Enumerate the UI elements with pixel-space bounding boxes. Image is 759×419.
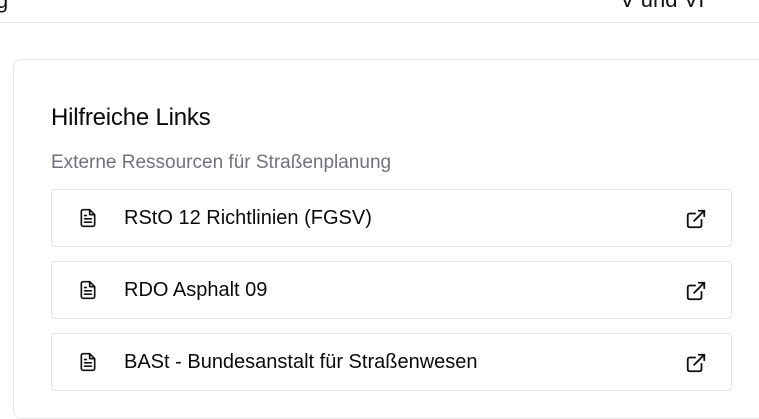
link-item-rdo-asphalt[interactable]: RDO Asphalt 09 [51,261,732,319]
top-right-fragment: V und VI [620,0,704,13]
file-text-icon [80,280,96,300]
helpful-links-card: Hilfreiche Links Externe Ressourcen für … [13,59,759,419]
link-item-rsto[interactable]: RStO 12 Richtlinien (FGSV) [51,189,732,247]
link-label: BASt - Bundesanstalt für Straßenwesen [124,351,478,373]
top-left-fragment: g [0,0,8,14]
link-label: RDO Asphalt 09 [124,279,268,301]
file-text-icon [80,352,96,372]
external-link-icon[interactable] [685,352,707,374]
external-link-icon[interactable] [685,208,707,230]
card-title: Hilfreiche Links [51,104,211,131]
link-item-bast[interactable]: BASt - Bundesanstalt für Straßenwesen [51,333,732,391]
link-label: RStO 12 Richtlinien (FGSV) [124,207,372,229]
external-link-icon[interactable] [685,280,707,302]
file-text-icon [80,208,96,228]
top-strip: g V und VI [0,0,759,23]
card-subtitle: Externe Ressourcen für Straßenplanung [51,152,392,173]
